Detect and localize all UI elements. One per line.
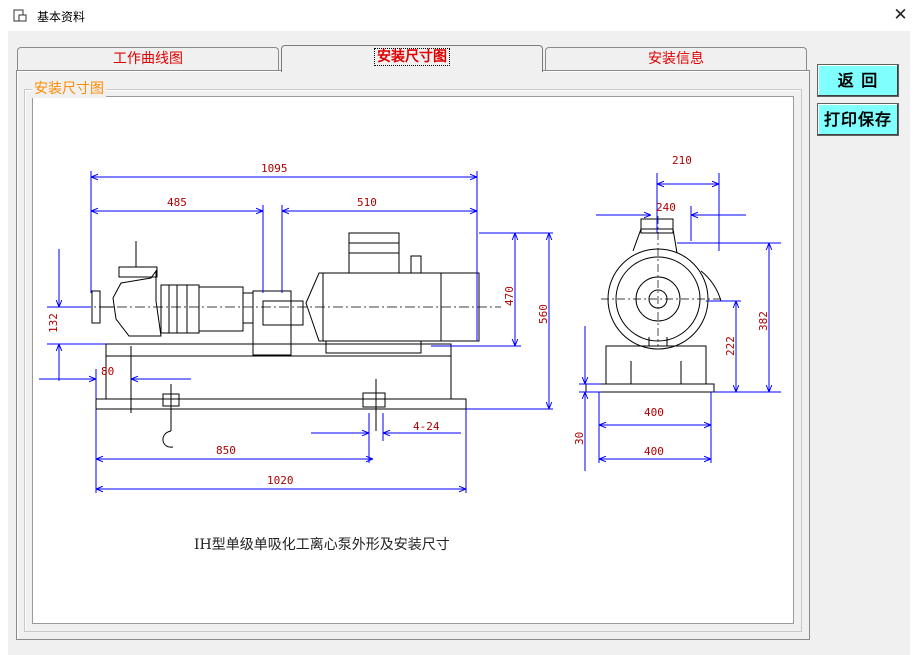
dim-210: 210 bbox=[672, 154, 692, 167]
print-save-button[interactable]: 打印保存 bbox=[817, 103, 899, 136]
dim-132: 132 bbox=[47, 313, 60, 333]
dim-222: 222 bbox=[724, 336, 737, 356]
dim-1095: 1095 bbox=[261, 162, 288, 175]
tab-install-info[interactable]: 安装信息 bbox=[545, 47, 807, 70]
side-view-outline bbox=[91, 232, 480, 448]
close-button[interactable]: ✕ bbox=[880, 0, 921, 31]
dim-1020: 1020 bbox=[267, 474, 294, 487]
end-view-centerlines bbox=[601, 216, 721, 346]
tab-label: 安装信息 bbox=[648, 51, 704, 67]
title-bar: 基本资料 ✕ bbox=[0, 0, 921, 31]
end-view-dimension-labels: 210 240 382 222 400 400 30 bbox=[573, 154, 770, 458]
dim-485: 485 bbox=[167, 196, 187, 209]
tab-install-dimension[interactable]: 安装尺寸图 bbox=[281, 45, 543, 72]
dim-400-bottom: 400 bbox=[644, 445, 664, 458]
window-title: 基本资料 bbox=[37, 10, 86, 24]
tab-work-curve[interactable]: 工作曲线图 bbox=[17, 47, 279, 70]
app-icon bbox=[13, 9, 27, 22]
end-view-outline bbox=[585, 218, 722, 393]
dim-80: 80 bbox=[101, 365, 114, 378]
dim-470: 470 bbox=[503, 286, 516, 306]
dim-382: 382 bbox=[757, 311, 770, 331]
drawing-caption: IH型单级单吸化工离心泵外形及安装尺寸 bbox=[194, 537, 450, 553]
dim-400-top: 400 bbox=[644, 406, 664, 419]
dim-560: 560 bbox=[537, 304, 550, 324]
drawing-canvas: 1095 485 510 470 560 132 80 4-24 850 102… bbox=[32, 96, 794, 624]
close-icon: ✕ bbox=[893, 5, 908, 25]
side-view-dimensions bbox=[39, 171, 553, 493]
group-label: 安装尺寸图 bbox=[32, 78, 106, 98]
tab-label: 安装尺寸图 bbox=[374, 48, 450, 66]
dim-510: 510 bbox=[357, 196, 377, 209]
dim-240: 240 bbox=[656, 201, 676, 214]
tab-label: 工作曲线图 bbox=[113, 51, 183, 67]
end-view-dimensions bbox=[579, 173, 781, 471]
dim-4-24: 4-24 bbox=[413, 420, 440, 433]
return-button[interactable]: 返 回 bbox=[817, 64, 899, 97]
dim-30: 30 bbox=[573, 432, 586, 445]
dim-850: 850 bbox=[216, 444, 236, 457]
